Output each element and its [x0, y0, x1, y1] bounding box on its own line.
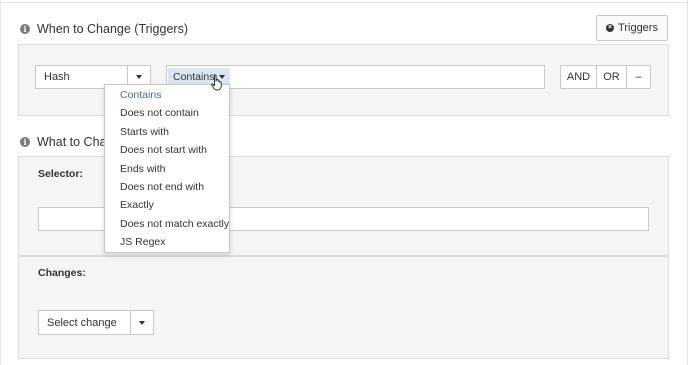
- chevron-down-icon: [136, 75, 142, 79]
- info-icon: i: [20, 137, 30, 147]
- logic-button-group: AND OR –: [560, 65, 651, 89]
- changes-label: Changes:: [38, 267, 86, 279]
- dropdown-item-does-not-contain[interactable]: Does not contain: [105, 104, 229, 122]
- condition-dropdown-menu: Contains Does not contain Starts with Do…: [104, 84, 230, 253]
- change-select[interactable]: Select change: [38, 310, 154, 335]
- triggers-button-label: Triggers: [618, 22, 658, 34]
- dropdown-item-does-not-start-with[interactable]: Does not start with: [105, 141, 229, 159]
- remove-trigger-button[interactable]: –: [626, 65, 651, 89]
- selector-label: Selector:: [38, 168, 83, 180]
- what-heading: i What to Chan: [20, 135, 113, 149]
- condition-chip-label: Contains: [173, 71, 215, 83]
- hand-cursor-icon: [211, 74, 222, 91]
- change-select-caret[interactable]: [130, 311, 153, 334]
- change-select-value: Select change: [47, 316, 117, 329]
- chevron-down-icon: [139, 320, 145, 325]
- triggers-heading: i When to Change (Triggers): [20, 22, 188, 36]
- what-title: What to Chan: [37, 135, 114, 149]
- top-border: [0, 0, 686, 3]
- dropdown-item-does-not-match-exactly[interactable]: Does not match exactly: [105, 215, 229, 233]
- dropdown-item-ends-with[interactable]: Ends with: [105, 160, 229, 178]
- and-button[interactable]: AND: [560, 65, 597, 89]
- dropdown-item-exactly[interactable]: Exactly: [105, 196, 229, 214]
- left-border: [0, 0, 1, 365]
- remove-circle-icon: ×: [606, 24, 615, 32]
- changes-panel: [18, 256, 669, 359]
- dropdown-item-starts-with[interactable]: Starts with: [105, 123, 229, 141]
- info-icon: i: [20, 24, 30, 34]
- triggers-title: When to Change (Triggers): [37, 22, 188, 36]
- dropdown-item-js-regex[interactable]: JS Regex: [105, 233, 229, 251]
- dropdown-item-does-not-end-with[interactable]: Does not end with: [105, 178, 229, 196]
- or-button[interactable]: OR: [596, 65, 627, 89]
- trigger-type-value: Hash: [44, 71, 70, 83]
- triggers-button[interactable]: × Triggers: [596, 15, 668, 41]
